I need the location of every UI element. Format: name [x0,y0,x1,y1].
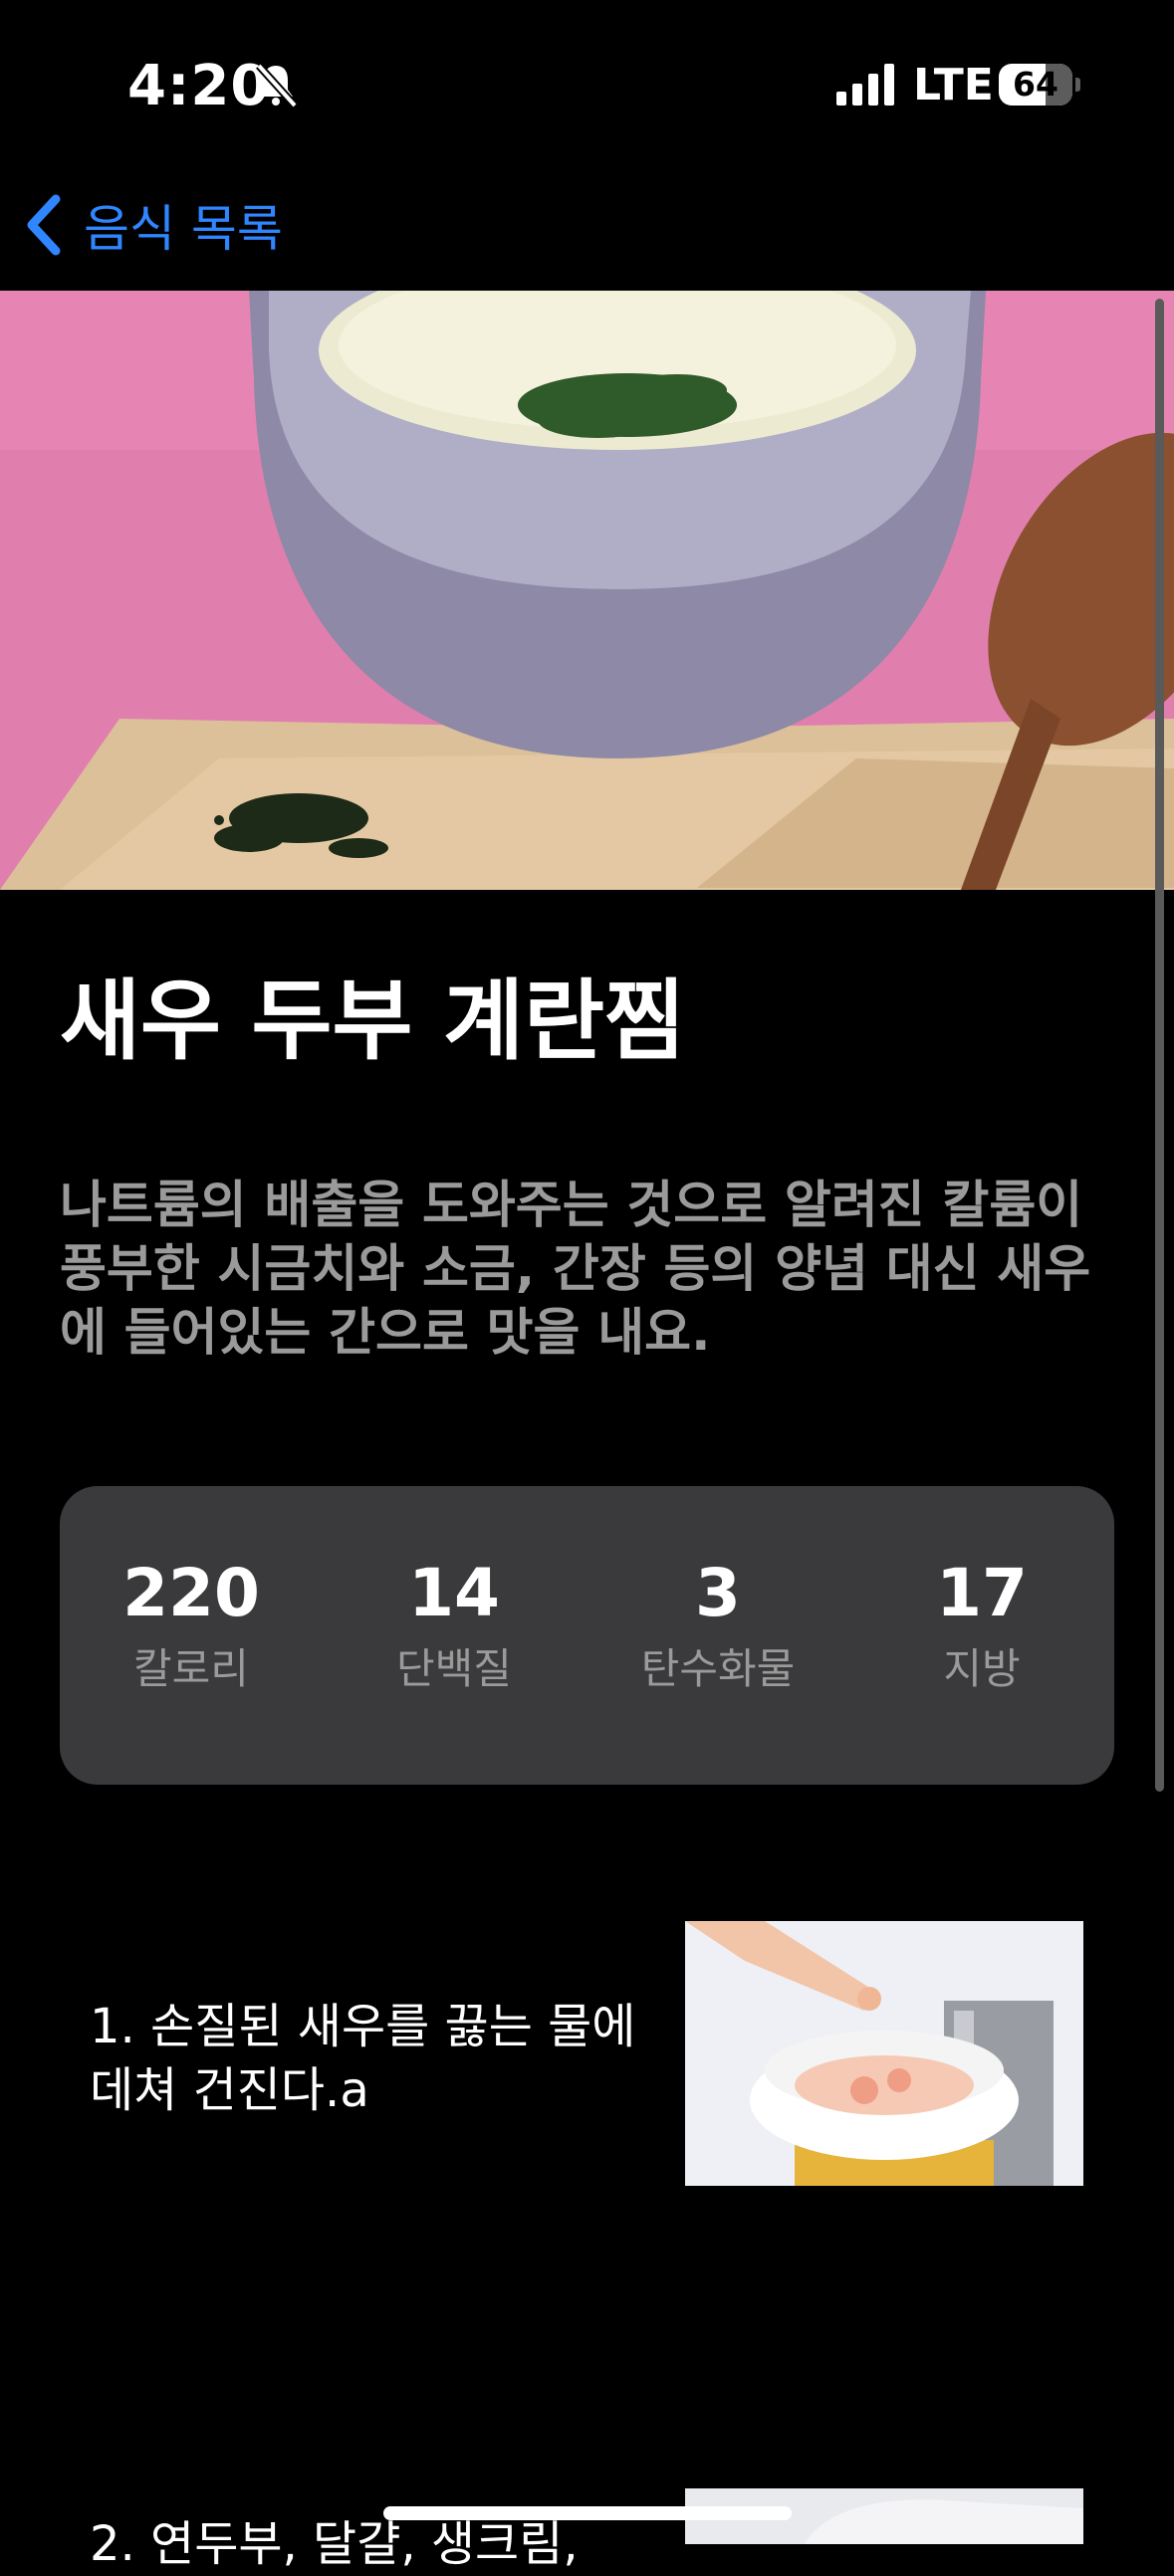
recipe-title: 새우 두부 계란찜 [60,969,685,1072]
step-image [685,1921,1083,2186]
nutrition-label: 칼로리 [133,1644,249,1693]
nutrition-value: 3 [695,1555,741,1631]
step-text: 1. 손질된 새우를 끓는 물에 데쳐 건진다.a [90,1999,636,2118]
nutrition-fat: 17 지방 [882,1556,1081,1699]
nutrition-label: 단백질 [396,1644,512,1693]
back-button-label: 음식 목록 [84,200,283,258]
step-text: 2. 연두부, 달걀, 생크림, [90,2516,579,2572]
home-indicator[interactable] [383,2506,792,2520]
cellular-signal-icon [836,64,894,106]
battery-level: 64 [1013,65,1058,104]
chevron-left-icon [27,194,61,256]
network-type: LTE [913,60,994,110]
scroll-indicator[interactable] [1155,299,1164,1792]
recipe-hero-image [0,291,1174,890]
nutrition-value: 14 [408,1555,500,1631]
bell-slash-icon [256,63,298,108]
nutrition-carbs: 3 탄수화물 [618,1556,818,1699]
back-button[interactable]: 음식 목록 [24,189,283,261]
nutrition-value: 17 [936,1555,1028,1631]
battery-icon: 64 [999,64,1080,106]
recipe-description: 나트륨의 배출을 도와주는 것으로 알려진 칼륨이 풍부한 시금치와 소금, 간… [60,1177,1091,1363]
status-bar: 4:20 LTE 64 [0,0,1174,174]
status-time: 4:20 [127,54,271,118]
nutrition-protein: 14 단백질 [354,1556,554,1699]
nutrition-value: 220 [122,1555,260,1631]
nutrition-label: 탄수화물 [640,1644,796,1693]
nutrition-label: 지방 [943,1644,1021,1693]
recipe-step: 1. 손질된 새우를 끓는 물에 데쳐 건진다.a [0,1921,1174,2190]
nutrition-calories: 220 칼로리 [92,1556,291,1699]
nutrition-card: 220 칼로리 14 단백질 3 탄수화물 17 지방 [60,1486,1114,1785]
